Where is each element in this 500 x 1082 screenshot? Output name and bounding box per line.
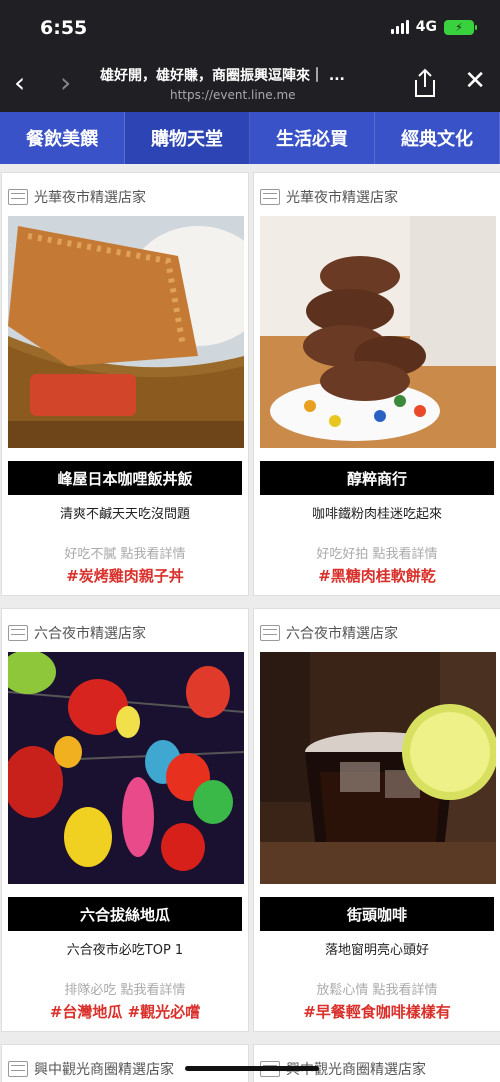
store-name: 街頭咖啡 xyxy=(260,897,494,931)
battery-icon: ⚡ xyxy=(444,19,477,35)
shop-icon xyxy=(8,189,28,205)
cookies-photo xyxy=(260,216,496,448)
store-source: 光華夜市精選店家 xyxy=(260,187,398,207)
store-source: 興中觀光商圈精選店家 xyxy=(8,1059,174,1079)
store-card[interactable]: 興中觀光商圈精選店家 xyxy=(253,1044,500,1082)
store-source-label: 六合夜市精選店家 xyxy=(34,626,146,642)
signal-icon xyxy=(390,20,409,34)
page-title: 雄好開，雄好賺，商圈振興逗陣來｜ ... xyxy=(100,68,345,84)
status-icons: 4G ⚡ xyxy=(390,19,477,35)
curry-photo xyxy=(8,216,244,448)
store-source-label: 光華夜市精選店家 xyxy=(286,190,398,206)
store-description: 咖啡鐵粉肉桂迷吃起來 xyxy=(311,507,442,522)
store-source-label: 六合夜市精選店家 xyxy=(286,626,398,642)
detail-hint[interactable]: 放鬆心情 點我看詳情 xyxy=(254,979,500,998)
store-description: 清爽不鹹天天吃沒問題 xyxy=(59,507,190,522)
browser-nav-bar: ‹ › 雄好開，雄好賺，商圈振興逗陣來｜ ... https://event.l… xyxy=(0,58,500,112)
page-url: https://event.line.me xyxy=(170,88,296,102)
store-name: 六合拔絲地瓜 xyxy=(8,897,242,931)
tab-culture[interactable]: 經典文化 xyxy=(375,112,500,164)
store-description: 落地窗明亮心頭好 xyxy=(324,943,429,958)
tab-food[interactable]: 餐飲美饌 xyxy=(0,112,125,164)
store-source: 六合夜市精選店家 xyxy=(8,623,146,643)
store-name: 峰屋日本咖哩飯丼飯 xyxy=(8,461,242,495)
shop-icon xyxy=(8,625,28,641)
clock: 6:55 xyxy=(40,17,88,39)
store-card[interactable]: 六合夜市精選店家 六合拔絲地瓜 六合夜市必吃TOP 1 排隊必吃 點我看詳情 #… xyxy=(1,608,249,1032)
hashtags: #黑糖肉桂軟餅乾 xyxy=(318,567,436,585)
store-card[interactable]: 光華夜市精選店家 峰屋日本咖哩飯丼飯 清爽不鹹天天吃沒問題 好吃不膩 點我看詳情… xyxy=(1,172,249,596)
store-source-label: 興中觀光商圈精選店家 xyxy=(34,1062,174,1078)
close-icon[interactable]: ✕ xyxy=(464,66,486,96)
store-source: 六合夜市精選店家 xyxy=(260,623,398,643)
coffee-photo xyxy=(260,652,496,884)
hashtags: #早餐輕食咖啡樣樣有 xyxy=(303,1003,451,1021)
tab-living[interactable]: 生活必買 xyxy=(250,112,375,164)
category-tabs: 餐飲美饌 購物天堂 生活必買 經典文化 xyxy=(0,112,500,164)
hashtags: #炭烤雞肉親子丼 xyxy=(66,567,184,585)
detail-hint[interactable]: 好吃不膩 點我看詳情 xyxy=(2,543,248,562)
lanterns-photo xyxy=(8,652,244,884)
detail-hint[interactable]: 好吃好拍 點我看詳情 xyxy=(254,543,500,562)
forward-arrow-icon[interactable]: › xyxy=(60,68,71,98)
store-description: 六合夜市必吃TOP 1 xyxy=(66,943,184,958)
shop-icon xyxy=(8,1061,28,1077)
store-card[interactable]: 興中觀光商圈精選店家 xyxy=(1,1044,249,1082)
home-indicator[interactable] xyxy=(185,1066,319,1071)
store-card[interactable]: 光華夜市精選店家 醇粹商行 咖啡鐵粉肉桂迷吃起來 好吃好拍 點我看詳情 #黑糖肉… xyxy=(253,172,500,596)
back-arrow-icon[interactable]: ‹ xyxy=(14,68,25,98)
store-source: 光華夜市精選店家 xyxy=(8,187,146,207)
network-label: 4G xyxy=(415,19,437,35)
store-grid: 光華夜市精選店家 峰屋日本咖哩飯丼飯 清爽不鹹天天吃沒問題 好吃不膩 點我看詳情… xyxy=(0,164,500,1032)
store-name: 醇粹商行 xyxy=(260,461,494,495)
hashtags: #台灣地瓜 #觀光必嚐 xyxy=(49,1003,201,1021)
store-card[interactable]: 六合夜市精選店家 街頭咖啡 落地窗明亮心頭好 放鬆心情 點我看詳情 #早餐輕食咖… xyxy=(253,608,500,1032)
next-row: 興中觀光商圈精選店家 興中觀光商圈精選店家 xyxy=(0,1044,500,1082)
tab-shopping[interactable]: 購物天堂 xyxy=(125,112,250,164)
shop-icon xyxy=(260,625,280,641)
shop-icon xyxy=(260,189,280,205)
share-icon[interactable] xyxy=(412,68,438,98)
detail-hint[interactable]: 排隊必吃 點我看詳情 xyxy=(2,979,248,998)
store-source-label: 光華夜市精選店家 xyxy=(34,190,146,206)
status-bar: 6:55 4G ⚡ xyxy=(0,0,500,58)
